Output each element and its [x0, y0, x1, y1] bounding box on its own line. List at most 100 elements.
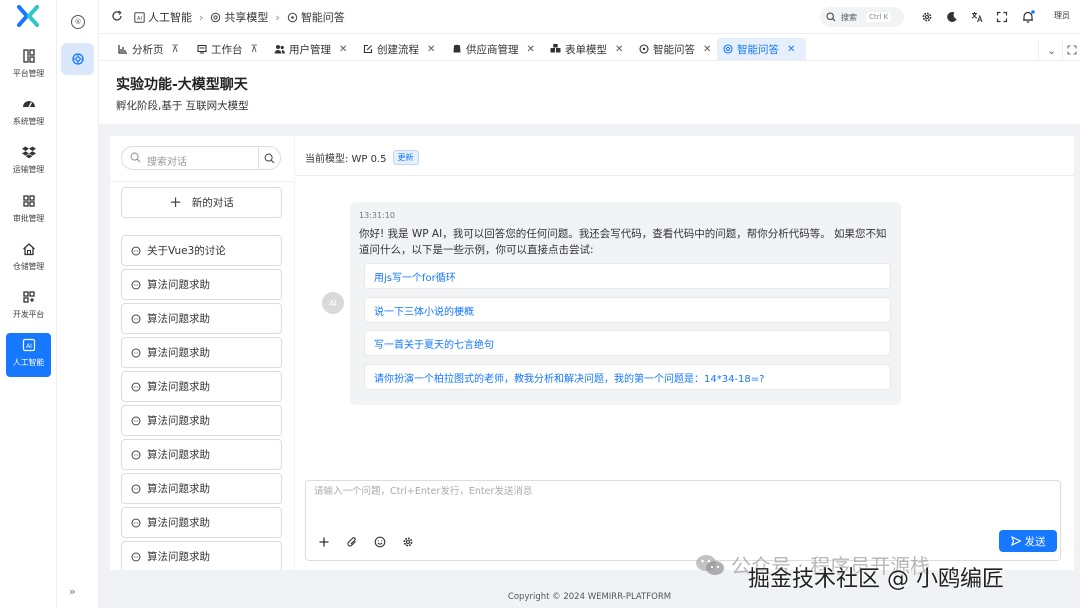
message-timestamp: 13:31:10 [359, 211, 395, 220]
tab-analysis[interactable]: 分析页 ⊼ [112, 38, 185, 60]
suggestion-item[interactable]: 用js写一个for循环 [364, 263, 891, 289]
chevron-right-icon: › [199, 10, 204, 24]
conversation-item[interactable]: 算法问题求助 [121, 439, 282, 470]
pin-icon[interactable]: ⊼ [251, 44, 258, 55]
message-input[interactable] [314, 486, 814, 497]
dark-mode-icon[interactable] [945, 10, 959, 24]
suggestion-item[interactable]: 说一下三体小说的梗概 [364, 297, 891, 323]
conversation-item[interactable]: 算法问题求助 [121, 541, 282, 570]
user-avatar[interactable]: 理员 [1054, 10, 1070, 21]
new-chat-button[interactable]: + 新的对话 [121, 187, 282, 218]
chat-bubble-icon [131, 518, 141, 527]
suggestion-item[interactable]: 写一首关于夏天的七言绝句 [364, 330, 891, 356]
model-indicator: 当前模型: WP 0.5 更新 [305, 150, 419, 165]
tab-form-model[interactable]: 表单模型 ✕ [544, 38, 629, 60]
tab-workbench[interactable]: 工作台 ⊼ [191, 38, 264, 60]
tab-user-management[interactable]: 用户管理 ✕ [268, 38, 353, 60]
tab-smart-qa[interactable]: 智能问答 ✕ [633, 38, 717, 60]
conversation-item[interactable]: 算法问题求助 [121, 507, 282, 538]
breadcrumb: AI 人工智能 › 共享模型 › 智能问答 [134, 9, 345, 25]
conversation-item[interactable]: 算法问题求助 [121, 473, 282, 504]
tab-label: 表单模型 [565, 43, 607, 56]
close-icon[interactable]: ✕ [703, 44, 711, 55]
attachment-icon[interactable] [344, 534, 360, 550]
fullscreen-icon[interactable] [995, 10, 1009, 24]
tab-smart-qa-active[interactable]: 智能问答 ✕ [717, 38, 806, 60]
rail-item-label: 运输管理 [12, 165, 45, 174]
openai-icon [211, 12, 221, 22]
conversation-title: 算法问题求助 [147, 347, 210, 359]
rail-item-approval[interactable]: 审批管理 [6, 189, 51, 233]
close-icon[interactable]: ✕ [427, 44, 435, 55]
conversation-item[interactable]: 关于Vue3的讨论 [121, 235, 282, 266]
main-nav-rail: 平台管理 系统管理 运输管理 审批管理 仓储管理 开发平台 AI 人工智能 [0, 0, 57, 608]
conversation-item[interactable]: 算法问题求助 [121, 371, 282, 402]
registered-icon[interactable]: ® [71, 15, 85, 29]
home-icon [21, 241, 37, 257]
conversation-search-input[interactable]: 搜索对话 [147, 153, 187, 168]
rail-item-label: 审批管理 [12, 214, 45, 223]
openai-icon [723, 44, 733, 54]
tab-label: 供应商管理 [466, 43, 519, 56]
search-icon [826, 12, 836, 22]
tab-supplier-management[interactable]: 供应商管理 ✕ [446, 38, 541, 60]
tab-label: 智能问答 [737, 43, 779, 56]
add-icon[interactable] [316, 534, 332, 550]
tab-dropdown-icon[interactable]: ⌄ [1038, 40, 1064, 60]
conversation-title: 算法问题求助 [147, 381, 210, 393]
close-icon[interactable]: ✕ [787, 44, 795, 55]
rail-item-platform[interactable]: 平台管理 [6, 44, 51, 88]
close-icon[interactable]: ✕ [615, 44, 623, 55]
close-icon[interactable]: ✕ [527, 44, 535, 55]
conversation-title: 算法问题求助 [147, 517, 210, 529]
rail-item-storage[interactable]: 仓储管理 [6, 237, 51, 281]
tab-label: 工作台 [211, 43, 243, 56]
breadcrumb-label: 人工智能 [148, 11, 192, 24]
wechat-icon [696, 554, 724, 575]
notification-bell-icon[interactable] [1021, 10, 1035, 24]
chat-bubble-icon [131, 484, 141, 493]
conversation-search[interactable]: 搜索对话 [121, 146, 281, 170]
refresh-icon[interactable] [111, 10, 123, 22]
close-icon[interactable]: ✕ [339, 44, 347, 55]
rail-item-label: 平台管理 [12, 69, 45, 78]
conversation-item[interactable]: 算法问题求助 [121, 269, 282, 300]
chat-bubble-icon [131, 246, 141, 255]
tab-label: 智能问答 [653, 43, 695, 56]
breadcrumb-item[interactable]: 智能问答 [287, 9, 345, 25]
dashboard-icon [21, 96, 37, 112]
search-icon [264, 153, 275, 163]
breadcrumb-label: 智能问答 [300, 11, 345, 24]
tab-maximize-icon[interactable] [1062, 40, 1080, 60]
tab-label: 分析页 [132, 43, 164, 56]
pin-icon[interactable]: ⊼ [172, 44, 179, 55]
conversation-item[interactable]: 算法问题求助 [121, 303, 282, 334]
rail-item-ai[interactable]: AI 人工智能 [6, 333, 51, 377]
tab-create-process[interactable]: 创建流程 ✕ [357, 38, 441, 60]
current-model-label: 当前模型: WP 0.5 [305, 154, 387, 165]
breadcrumb-item[interactable]: 共享模型 [210, 9, 268, 25]
cubes-icon [550, 44, 561, 53]
ai-model-nav-button[interactable] [61, 43, 94, 75]
conversation-item[interactable]: 算法问题求助 [121, 337, 282, 368]
send-button[interactable]: 发送 [999, 530, 1057, 552]
settings-icon[interactable] [920, 10, 934, 24]
users-icon [274, 45, 285, 54]
rail-item-system[interactable]: 系统管理 [6, 92, 51, 136]
suggestion-item[interactable]: 请你扮演一个柏拉图式的老师，教我分析和解决问题，我的第一个问题是：14*34-1… [364, 364, 891, 390]
svg-text:AI: AI [26, 343, 32, 350]
rail-item-transport[interactable]: 运输管理 [6, 140, 51, 184]
expand-sidebar-icon[interactable]: » [69, 585, 76, 598]
conversation-item[interactable]: 算法问题求助 [121, 405, 282, 436]
logo-icon [17, 5, 39, 27]
update-model-button[interactable]: 更新 [392, 150, 419, 165]
global-search-button[interactable]: 搜索 Ctrl K [820, 7, 904, 27]
search-button[interactable] [258, 146, 280, 170]
translate-icon[interactable] [970, 10, 984, 24]
breadcrumb-item[interactable]: AI 人工智能 [134, 9, 192, 25]
watermark-juejin: 掘金技术社区 @ 小鸥编匠 [748, 567, 1004, 592]
emoji-icon[interactable] [372, 534, 388, 550]
rail-item-devplatform[interactable]: 开发平台 [6, 285, 51, 329]
breadcrumb-label: 共享模型 [224, 11, 269, 24]
settings-icon[interactable] [400, 534, 416, 550]
